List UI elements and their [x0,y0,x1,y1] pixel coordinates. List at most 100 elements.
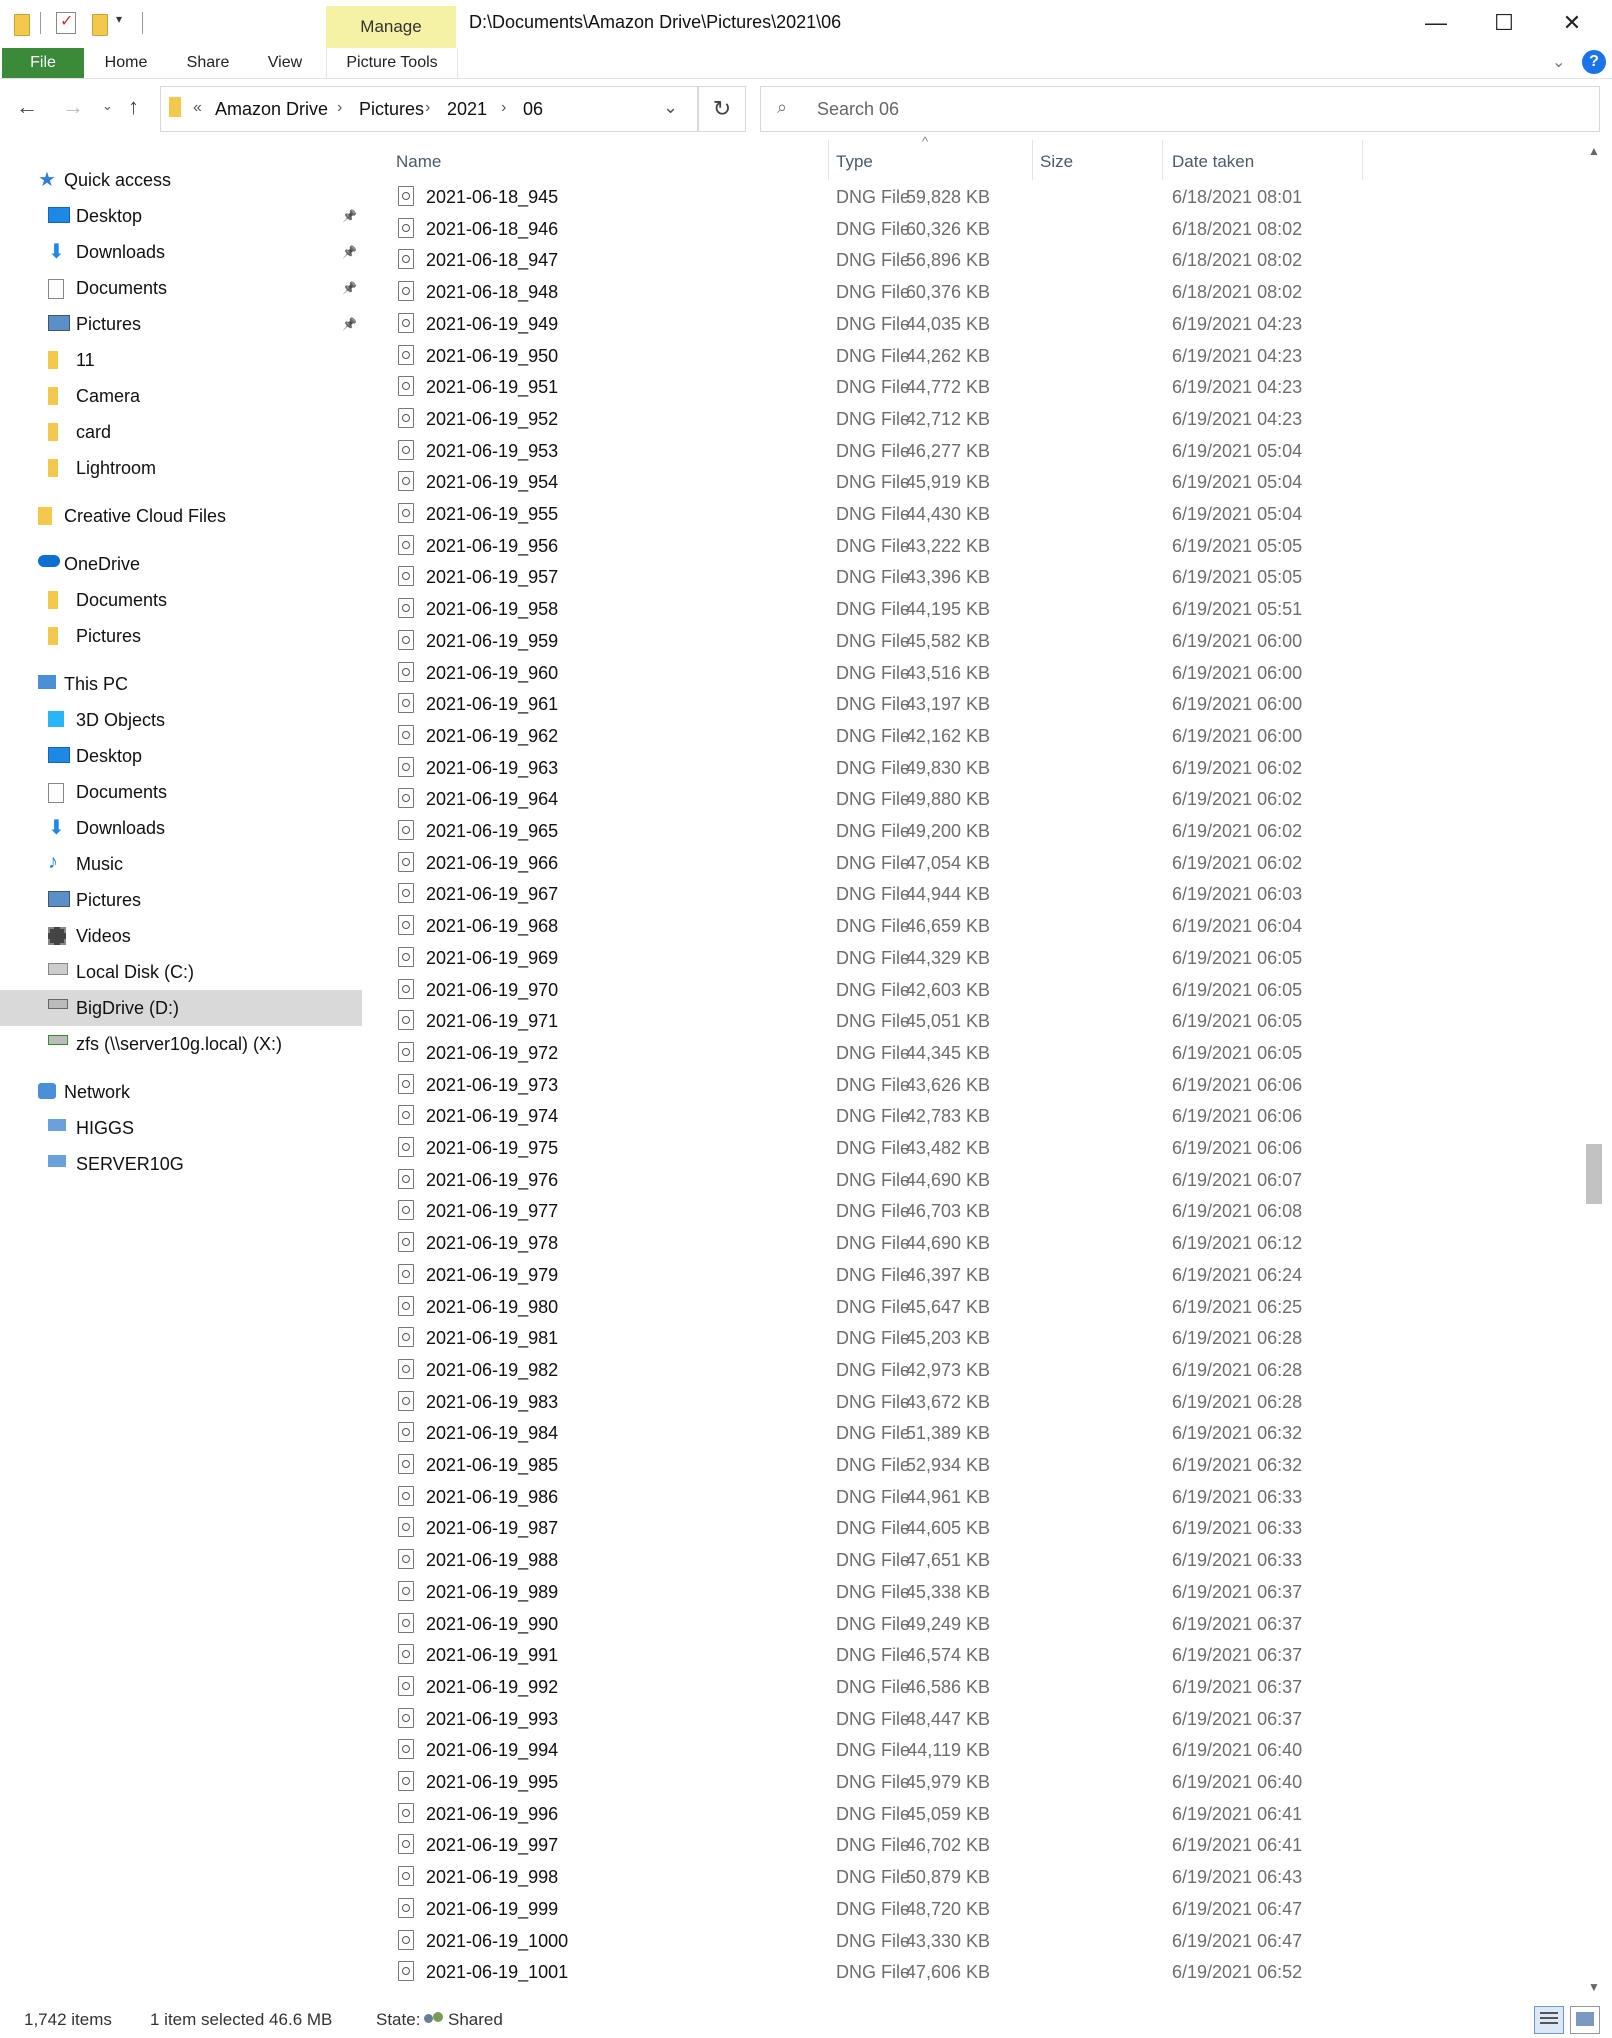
file-row[interactable]: 2021-06-19_964 DNG File 49,880 KB 6/19/2021… [382,784,1582,816]
file-row[interactable]: 2021-06-19_965 DNG File 49,200 KB 6/19/2021… [382,816,1582,848]
file-row[interactable]: 2021-06-18_945 DNG File 59,828 KB 6/18/2021… [382,182,1582,214]
file-row[interactable]: 2021-06-19_1000 DNG File 43,330 KB 6/19/202… [382,1926,1582,1958]
file-row[interactable]: 2021-06-19_979 DNG File 46,397 KB 6/19/2021… [382,1260,1582,1292]
file-row[interactable]: 2021-06-19_983 DNG File 43,672 KB 6/19/2021… [382,1387,1582,1419]
expand-ribbon-icon[interactable]: ⌄ [1552,52,1565,72]
file-row[interactable]: 2021-06-19_984 DNG File 51,389 KB 6/19/2021… [382,1418,1582,1450]
file-row[interactable]: 2021-06-19_952 DNG File 42,712 KB 6/19/2021… [382,404,1582,436]
column-divider[interactable] [1162,140,1163,180]
file-row[interactable]: 2021-06-19_987 DNG File 44,605 KB 6/19/2021… [382,1513,1582,1545]
column-divider[interactable] [828,140,829,180]
tab-home[interactable]: Home [98,48,154,78]
close-button[interactable]: ✕ [1538,0,1606,46]
scroll-down-icon[interactable]: ▼ [1588,1980,1600,1994]
tab-share[interactable]: Share [178,48,238,78]
file-row[interactable]: 2021-06-19_985 DNG File 52,934 KB 6/19/2021… [382,1450,1582,1482]
nav-pc-local-disk-c[interactable]: Local Disk (C:) [0,954,362,990]
file-row[interactable]: 2021-06-18_946 DNG File 60,326 KB 6/18/2021… [382,214,1582,246]
file-row[interactable]: 2021-06-18_948 DNG File 60,376 KB 6/18/2021… [382,277,1582,309]
nav-pc-music[interactable]: ♪ Music [0,846,362,882]
nav-pc-zfs-server10g-local-x[interactable]: zfs (\\server10g.local) (X:) [0,1026,362,1062]
refresh-icon[interactable]: ↻ [698,86,746,132]
new-folder-icon[interactable] [92,14,108,36]
nav-network[interactable]: Network [0,1074,362,1110]
pin-icon[interactable]: 📌 [342,245,357,259]
file-row[interactable]: 2021-06-19_950 DNG File 44,262 KB 6/19/2021… [382,341,1582,373]
file-row[interactable]: 2021-06-19_973 DNG File 43,626 KB 6/19/2021… [382,1070,1582,1102]
help-icon[interactable]: ? [1582,50,1606,74]
file-row[interactable]: 2021-06-19_968 DNG File 46,659 KB 6/19/2021… [382,911,1582,943]
nav-qa-documents[interactable]: Documents 📌 [0,270,362,306]
nav-this-pc[interactable]: This PC [0,666,362,702]
file-row[interactable]: 2021-06-19_977 DNG File 46,703 KB 6/19/2021… [382,1196,1582,1228]
breadcrumb-amazon-drive[interactable]: Amazon Drive [215,99,328,120]
file-row[interactable]: 2021-06-19_997 DNG File 46,702 KB 6/19/2021… [382,1830,1582,1862]
nav-creative-cloud-files[interactable]: Creative Cloud Files [0,498,362,534]
file-row[interactable]: 2021-06-19_988 DNG File 47,651 KB 6/19/2021… [382,1545,1582,1577]
file-row[interactable]: 2021-06-19_978 DNG File 44,690 KB 6/19/2021… [382,1228,1582,1260]
properties-icon[interactable]: ✓ [56,12,76,34]
column-size[interactable]: Size [1040,152,1073,172]
vertical-scrollbar[interactable]: ▲ ▼ [1584,140,1604,2000]
nav-onedrive[interactable]: OneDrive [0,546,362,582]
file-row[interactable]: 2021-06-19_961 DNG File 43,197 KB 6/19/2021… [382,689,1582,721]
address-bar[interactable]: « Amazon Drive › Pictures › 2021 › 06 ⌄ [160,86,698,132]
file-row[interactable]: 2021-06-19_969 DNG File 44,329 KB 6/19/2021… [382,943,1582,975]
nav-qa-pictures[interactable]: Pictures 📌 [0,306,362,342]
column-date-taken[interactable]: Date taken [1172,152,1254,172]
file-row[interactable]: 2021-06-19_992 DNG File 46,586 KB 6/19/2021… [382,1672,1582,1704]
file-row[interactable]: 2021-06-19_996 DNG File 45,059 KB 6/19/2021… [382,1799,1582,1831]
file-row[interactable]: 2021-06-19_974 DNG File 42,783 KB 6/19/2021… [382,1101,1582,1133]
file-row[interactable]: 2021-06-19_951 DNG File 44,772 KB 6/19/2021… [382,372,1582,404]
file-row[interactable]: 2021-06-19_972 DNG File 44,345 KB 6/19/2021… [382,1038,1582,1070]
file-row[interactable]: 2021-06-19_975 DNG File 43,482 KB 6/19/2021… [382,1133,1582,1165]
file-row[interactable]: 2021-06-19_949 DNG File 44,035 KB 6/19/2021… [382,309,1582,341]
details-view-icon[interactable] [1534,2006,1564,2034]
back-arrow-icon[interactable]: ← [16,94,38,120]
nav-pc-bigdrive-d[interactable]: BigDrive (D:) [0,990,362,1026]
file-row[interactable]: 2021-06-19_960 DNG File 43,516 KB 6/19/2021… [382,658,1582,690]
nav-pc-3d-objects[interactable]: 3D Objects [0,702,362,738]
file-row[interactable]: 2021-06-19_957 DNG File 43,396 KB 6/19/2021… [382,562,1582,594]
forward-arrow-icon[interactable]: → [62,94,84,120]
file-row[interactable]: 2021-06-19_980 DNG File 45,647 KB 6/19/2021… [382,1292,1582,1324]
address-dropdown-icon[interactable]: ⌄ [663,97,678,118]
file-row[interactable]: 2021-06-19_954 DNG File 45,919 KB 6/19/2021… [382,467,1582,499]
maximize-button[interactable]: ☐ [1470,0,1538,46]
file-row[interactable]: 2021-06-19_959 DNG File 45,582 KB 6/19/2021… [382,626,1582,658]
file-row[interactable]: 2021-06-19_1001 DNG File 47,606 KB 6/19/202… [382,1957,1582,1989]
file-row[interactable]: 2021-06-19_956 DNG File 43,222 KB 6/19/2021… [382,531,1582,563]
file-row[interactable]: 2021-06-19_989 DNG File 45,338 KB 6/19/2021… [382,1577,1582,1609]
nav-pc-desktop[interactable]: Desktop [0,738,362,774]
file-row[interactable]: 2021-06-19_993 DNG File 48,447 KB 6/19/2021… [382,1704,1582,1736]
scroll-up-icon[interactable]: ▲ [1588,144,1600,158]
column-divider[interactable] [1032,140,1033,180]
search-box[interactable]: ⌕ Search 06 [760,86,1600,132]
tab-picture-tools[interactable]: Picture Tools [326,48,458,78]
search-input[interactable]: Search 06 [817,99,899,120]
nav-pc-pictures[interactable]: Pictures [0,882,362,918]
file-row[interactable]: 2021-06-19_963 DNG File 49,830 KB 6/19/2021… [382,753,1582,785]
file-row[interactable]: 2021-06-19_967 DNG File 44,944 KB 6/19/2021… [382,879,1582,911]
large-icons-view-icon[interactable] [1570,2006,1600,2034]
nav-qa-lightroom[interactable]: Lightroom [0,450,362,486]
customize-qat-icon[interactable]: ▾ [116,12,122,26]
column-name[interactable]: Name [396,152,441,172]
nav-qa-card[interactable]: card [0,414,362,450]
column-type[interactable]: Type [836,152,873,172]
up-arrow-icon[interactable]: ↑ [128,94,139,120]
pin-icon[interactable]: 📌 [342,317,357,331]
file-row[interactable]: 2021-06-19_953 DNG File 46,277 KB 6/19/2021… [382,436,1582,468]
minimize-button[interactable]: — [1402,0,1470,46]
nav-qa-downloads[interactable]: ⬇ Downloads 📌 [0,234,362,270]
file-row[interactable]: 2021-06-19_955 DNG File 44,430 KB 6/19/2021… [382,499,1582,531]
breadcrumb-06[interactable]: 06 [523,99,543,120]
nav-pc-documents[interactable]: Documents [0,774,362,810]
nav-pc-downloads[interactable]: ⬇ Downloads [0,810,362,846]
nav-quick-access[interactable]: ★ Quick access [0,162,362,198]
pin-icon[interactable]: 📌 [342,281,357,295]
file-row[interactable]: 2021-06-19_986 DNG File 44,961 KB 6/19/2021… [382,1482,1582,1514]
file-row[interactable]: 2021-06-19_994 DNG File 44,119 KB 6/19/2021… [382,1735,1582,1767]
nav-onedrive-pictures[interactable]: Pictures [0,618,362,654]
nav-qa-camera[interactable]: Camera [0,378,362,414]
